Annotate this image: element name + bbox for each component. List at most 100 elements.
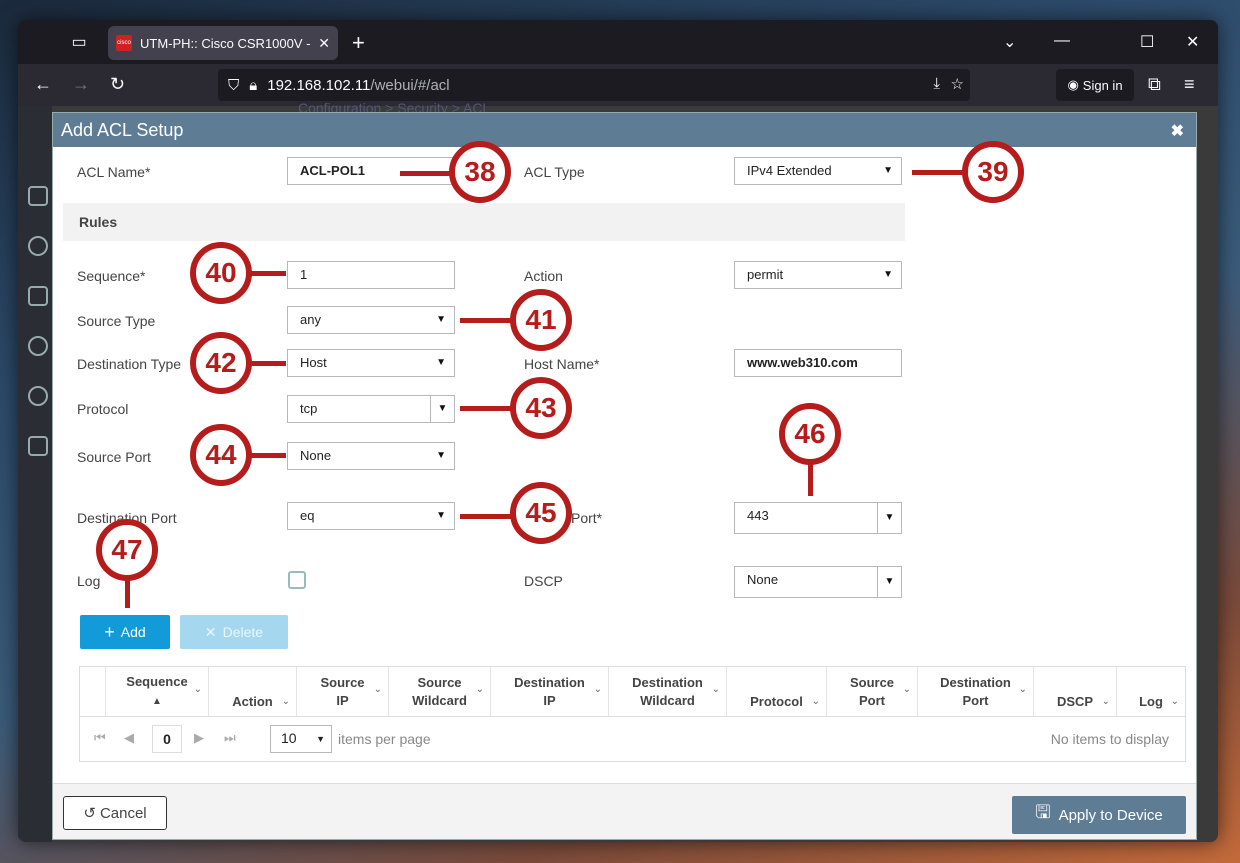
protocol-select[interactable]: tcp ▼ [287, 395, 455, 423]
dialog-footer: ↺ Cancel 🖫 Apply to Device [53, 783, 1196, 839]
last-page-icon[interactable]: ⏭ [224, 730, 236, 746]
destination-type-select[interactable]: Host ▼ [287, 349, 455, 377]
forward-icon[interactable]: → [72, 74, 90, 95]
tab-list-icon[interactable]: ▭ [68, 32, 90, 52]
col-destination-port-label2: Port [962, 693, 989, 708]
url-path: /webui/#/acl [370, 76, 450, 94]
chevron-down-icon[interactable]: ⌄ [712, 681, 720, 699]
next-page-icon[interactable]: ▶ [194, 730, 204, 746]
close-icon[interactable]: ✖ [1171, 121, 1184, 141]
prev-page-icon[interactable]: ◀ [124, 730, 134, 746]
port-value: 443 [747, 508, 769, 523]
source-type-label: Source Type [77, 313, 156, 329]
licensing-icon[interactable] [28, 386, 48, 406]
chevron-down-icon[interactable]: ⌄ [1102, 693, 1110, 711]
dropdown-arrow-icon: ▼ [877, 503, 901, 533]
col-dscp[interactable]: DSCP ⌄ [1034, 667, 1117, 717]
no-items-text: No items to display [1050, 731, 1169, 747]
maximize-icon[interactable]: ☐ [1140, 32, 1154, 52]
col-source-wildcard[interactable]: Source Wildcard ⌄ [389, 667, 491, 717]
dropdown-arrow-icon: ▼ [877, 567, 901, 597]
troubleshooting-icon[interactable] [28, 436, 48, 456]
cancel-button[interactable]: ↺ Cancel [63, 796, 167, 830]
callout-badge: 45 [510, 482, 572, 544]
destination-port-select[interactable]: eq ▼ [287, 502, 455, 530]
bookmark-star-icon[interactable]: ☆ [951, 75, 964, 93]
nav-bar: ← → ↻ ⛉ 🔒︎ 192.168.102.11/webui/#/acl ⤓ … [18, 64, 1218, 106]
chevron-down-icon[interactable]: ⌄ [1019, 681, 1027, 699]
col-source-port-label2: Port [858, 693, 885, 708]
acl-type-value: IPv4 Extended [747, 163, 832, 178]
acl-type-select[interactable]: IPv4 Extended ▼ [734, 157, 902, 185]
chevron-down-icon[interactable]: ⌄ [476, 681, 484, 699]
callout-badge: 47 [96, 519, 158, 581]
callout-line [808, 462, 813, 496]
monitoring-icon[interactable] [28, 236, 48, 256]
shield-icon[interactable]: ⛉ [228, 77, 239, 94]
source-port-select[interactable]: None ▼ [287, 442, 455, 470]
col-destination-wildcard[interactable]: Destination Wildcard ⌄ [609, 667, 727, 717]
page-size-select[interactable]: 10 ▼ [270, 725, 332, 753]
new-tab-icon[interactable]: + [352, 30, 365, 56]
lock-icon[interactable]: 🔒︎ [249, 77, 257, 94]
col-destination-port[interactable]: Destination Port ⌄ [918, 667, 1034, 717]
chevron-down-icon[interactable]: ⌄ [1003, 32, 1016, 52]
port-select[interactable]: 443 ▼ [734, 502, 902, 534]
col-source-wildcard-label1: Source [417, 675, 462, 690]
first-page-icon[interactable]: ⏮ [94, 730, 106, 746]
dropdown-arrow-icon: ▼ [436, 314, 446, 325]
browser-tab[interactable]: cisco UTM-PH:: Cisco CSR1000V - Co ✕ [108, 26, 338, 60]
extensions-icon[interactable]: ⧉ [1148, 74, 1161, 95]
administration-icon[interactable] [28, 336, 48, 356]
sign-in-button[interactable]: ◉ Sign in [1056, 69, 1134, 101]
dropdown-arrow-icon: ▼ [883, 269, 893, 280]
add-button[interactable]: + Add [80, 615, 170, 649]
chevron-down-icon[interactable]: ⌄ [282, 693, 290, 711]
col-destination-wildcard-label1: Destination [632, 675, 703, 690]
chevron-down-icon[interactable]: ⌄ [194, 681, 202, 699]
close-window-icon[interactable]: ✕ [1186, 32, 1199, 52]
protocol-label: Protocol [77, 401, 129, 417]
address-bar[interactable]: ⛉ 🔒︎ 192.168.102.11/webui/#/acl ⤓ ☆ [218, 69, 970, 101]
host-name-input[interactable]: www.web310.com [734, 349, 902, 377]
action-select[interactable]: permit ▼ [734, 261, 902, 289]
col-protocol[interactable]: Protocol ⌄ [727, 667, 827, 717]
chevron-down-icon[interactable]: ⌄ [374, 681, 382, 699]
cisco-favicon-icon: cisco [116, 35, 132, 51]
destination-port-value: eq [300, 508, 315, 523]
callout-badge: 38 [449, 141, 511, 203]
dscp-select[interactable]: None ▼ [734, 566, 902, 598]
col-destination-ip[interactable]: Destination IP ⌄ [491, 667, 609, 717]
rules-title: Rules [79, 214, 118, 230]
delete-button[interactable]: ✕ Delete [180, 615, 288, 649]
destination-type-label: Destination Type [77, 356, 182, 372]
callout-line [250, 453, 286, 458]
configuration-icon[interactable] [28, 286, 48, 306]
col-source-port[interactable]: Source Port ⌄ [827, 667, 918, 717]
dropdown-arrow-icon: ▼ [430, 396, 454, 422]
callout-line [460, 514, 512, 519]
source-type-select[interactable]: any ▼ [287, 306, 455, 334]
chevron-down-icon[interactable]: ⌄ [1171, 693, 1179, 711]
col-source-ip[interactable]: Source IP ⌄ [297, 667, 389, 717]
log-checkbox[interactable] [288, 571, 306, 589]
apply-to-device-button[interactable]: 🖫 Apply to Device [1012, 796, 1186, 834]
col-sequence[interactable]: Sequence ▲ ⌄ [106, 667, 209, 717]
menu-icon[interactable]: ≡ [1184, 74, 1195, 95]
col-log[interactable]: Log ⌄ [1117, 667, 1185, 717]
callout-badge: 40 [190, 242, 252, 304]
sequence-input[interactable]: 1 [287, 261, 455, 289]
dashboard-icon[interactable] [28, 186, 48, 206]
chevron-down-icon[interactable]: ⌄ [594, 681, 602, 699]
tab-close-icon[interactable]: ✕ [318, 35, 330, 52]
dscp-label: DSCP [524, 573, 563, 589]
rules-section-header: Rules [63, 203, 905, 241]
minimize-icon[interactable]: — [1054, 32, 1070, 50]
save-page-icon[interactable]: ⤓ [933, 75, 940, 92]
chevron-down-icon[interactable]: ⌄ [903, 681, 911, 699]
cancel-button-label: Cancel [99, 804, 147, 822]
chevron-down-icon[interactable]: ⌄ [812, 693, 820, 711]
back-icon[interactable]: ← [34, 74, 52, 95]
reload-icon[interactable]: ↻ [110, 74, 125, 95]
col-action[interactable]: Action ⌄ [209, 667, 297, 717]
